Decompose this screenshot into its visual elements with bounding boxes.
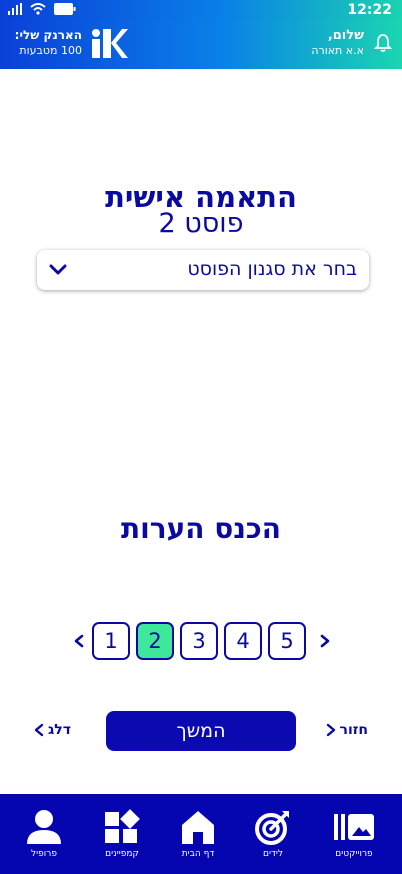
nav-leads[interactable]: לידים: [238, 808, 308, 868]
target-icon: [255, 811, 289, 845]
nav-campaigns[interactable]: קמפיינים: [87, 808, 157, 868]
nav-profile[interactable]: פרופיל: [9, 808, 79, 868]
user-icon: [27, 810, 61, 844]
wallet-balance[interactable]: 100 מטבעות: [12, 44, 82, 57]
nav-leads-label: לידים: [262, 849, 284, 859]
wallet-title[interactable]: הארנק שלי:: [12, 28, 82, 42]
signal-icon: [8, 3, 22, 15]
wifi-icon: [30, 3, 46, 15]
status-bar: 12:22: [0, 0, 402, 20]
skip-label: דלג: [48, 722, 71, 738]
battery-icon: [54, 3, 76, 15]
home-icon: [182, 811, 214, 844]
back-button[interactable]: חזור: [326, 722, 368, 738]
app-logo[interactable]: [92, 28, 128, 58]
page-button-1[interactable]: 1: [92, 622, 130, 660]
app-header: הארנק שלי: 100 מטבעות שלום, א.א תאורה: [0, 20, 402, 69]
page-button-2[interactable]: 2: [136, 622, 174, 660]
page-button-3[interactable]: 3: [180, 622, 218, 660]
bell-icon[interactable]: [374, 33, 392, 53]
chevron-left-icon: [34, 723, 44, 737]
post-style-select-placeholder: בחר את סגנון הפוסט: [187, 258, 357, 280]
back-label: חזור: [339, 722, 368, 738]
nav-projects[interactable]: פרוייקטים: [319, 808, 389, 868]
chevron-right-icon: [326, 723, 335, 737]
comments-title: הכנס הערות: [120, 512, 282, 545]
chevron-left-icon[interactable]: [72, 631, 86, 651]
username: א.א תאורה: [311, 44, 364, 57]
continue-button[interactable]: המשך: [106, 711, 296, 751]
campaigns-icon: [105, 809, 140, 843]
nav-profile-label: פרופיל: [31, 849, 57, 859]
greeting: שלום,: [327, 28, 364, 43]
nav-projects-label: פרוייקטים: [335, 849, 373, 859]
projects-icon: [334, 814, 374, 840]
status-icons: [8, 3, 76, 15]
post-pager: 1 2 3 4 5: [70, 622, 336, 660]
page-button-5[interactable]: 5: [268, 622, 306, 660]
chevron-down-icon: [49, 264, 67, 275]
nav-home-label: דף הבית: [181, 849, 215, 859]
nav-home[interactable]: דף הבית: [163, 808, 233, 868]
chevron-right-icon[interactable]: [318, 631, 332, 651]
skip-button[interactable]: דלג: [34, 722, 71, 738]
page-button-4[interactable]: 4: [224, 622, 262, 660]
status-time: 12:22: [347, 2, 392, 18]
page-subtitle: פוסט 2: [158, 208, 244, 239]
nav-campaigns-label: קמפיינים: [105, 849, 139, 859]
post-style-select[interactable]: בחר את סגנון הפוסט: [37, 250, 369, 290]
bottom-nav: פרופיל קמפיינים דף הבית לידים פרוייקטים: [0, 794, 402, 874]
